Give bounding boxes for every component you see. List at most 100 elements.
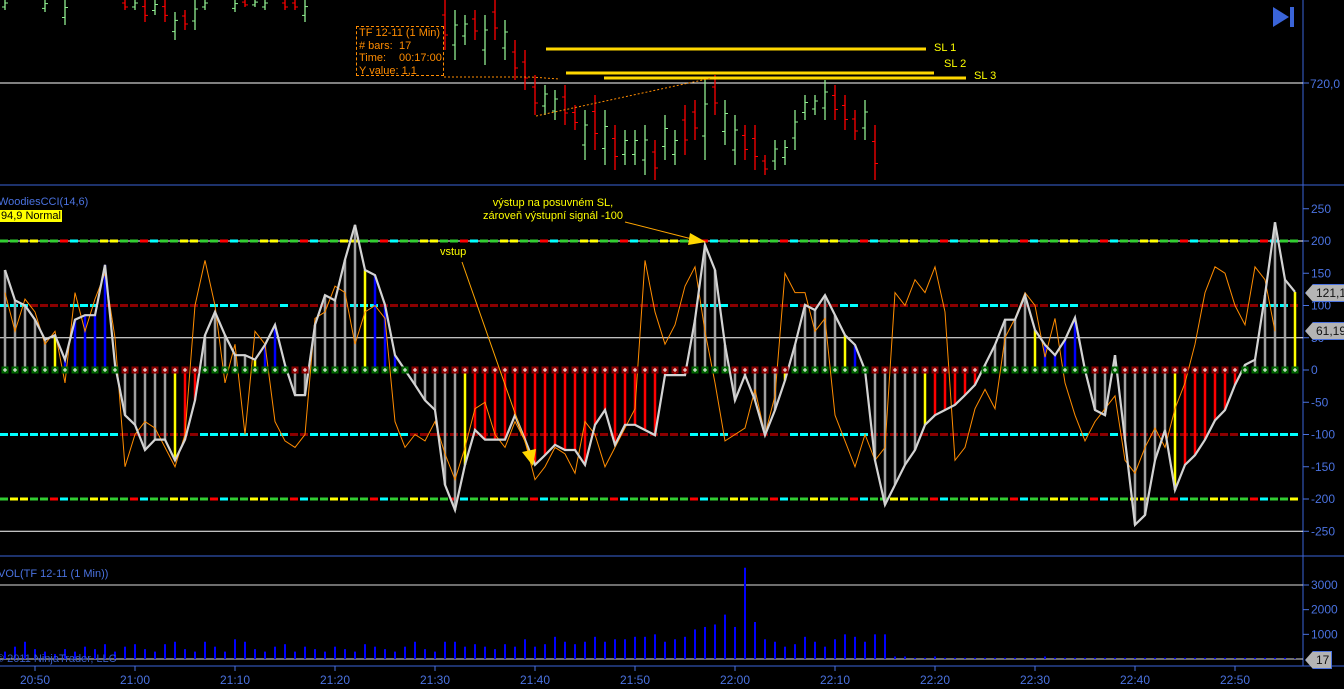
ohlc-bar[interactable] (142, 0, 148, 22)
ohlc-bar[interactable] (452, 10, 458, 60)
cci-indicator-title[interactable]: WoodiesCCI(14,6) (0, 196, 88, 208)
scroll-to-end-button[interactable] (1273, 7, 1294, 27)
ohlc-bar[interactable] (162, 0, 168, 22)
ohlc-bar[interactable] (472, 10, 478, 40)
ohlc-bar[interactable] (872, 125, 878, 180)
ohlc-bar[interactable] (152, 0, 158, 15)
band-dash (130, 433, 138, 436)
ohlc-bar[interactable] (302, 0, 308, 22)
price-panel[interactable] (2, 0, 966, 180)
ohlc-bar[interactable] (622, 130, 628, 165)
ohlc-bar[interactable] (482, 15, 488, 65)
ohlc-bar[interactable] (762, 155, 768, 175)
ohlc-bar[interactable] (822, 80, 828, 120)
ohlc-bar[interactable] (812, 95, 818, 115)
ohlc-bar[interactable] (542, 85, 548, 115)
ohlc-bar[interactable] (842, 95, 848, 130)
ohlc-bar[interactable] (502, 20, 508, 60)
cci-line[interactable] (3, 222, 1296, 528)
ohlc-bar[interactable] (782, 140, 788, 165)
zero-line-marker (611, 366, 619, 374)
band-dash (560, 239, 568, 243)
ohlc-bar[interactable] (692, 100, 698, 140)
volume-panel[interactable] (4, 567, 1296, 659)
ohlc-bar[interactable] (862, 100, 868, 140)
band-dash (780, 433, 788, 436)
measure-info-box[interactable]: TF 12-11 (1 Min) # bars: 17 Time: 00:17:00… (356, 26, 444, 77)
zero-line-marker (111, 366, 119, 374)
cci-panel[interactable] (0, 221, 1299, 528)
band-dash (960, 304, 968, 307)
ohlc-bar[interactable] (282, 0, 288, 10)
band-dash (70, 239, 78, 243)
ohlc-bar[interactable] (252, 0, 258, 7)
ohlc-bar[interactable] (512, 40, 518, 80)
band-dash (40, 304, 48, 307)
ohlc-bar[interactable] (722, 100, 728, 145)
ohlc-bar[interactable] (552, 90, 558, 120)
ohlc-bar[interactable] (62, 0, 68, 25)
ohlc-bar[interactable] (672, 130, 678, 165)
chart-canvas[interactable]: 250200150100500-50-100-150-200-250300020… (0, 0, 1344, 689)
ohlc-bar[interactable] (522, 50, 528, 90)
ohlc-bar[interactable] (132, 0, 138, 10)
ohlc-bar[interactable] (852, 110, 858, 140)
ohlc-bar[interactable] (832, 85, 838, 120)
ohlc-bar[interactable] (172, 12, 178, 40)
ohlc-bar[interactable] (772, 140, 778, 170)
ohlc-bar[interactable] (192, 0, 198, 30)
ohlc-bar[interactable] (232, 0, 238, 12)
ohlc-bar[interactable] (532, 75, 538, 115)
ohlc-bar[interactable] (702, 80, 708, 160)
ohlc-bar[interactable] (612, 125, 618, 170)
ohlc-bar[interactable] (682, 105, 688, 155)
band-dash (680, 239, 688, 243)
ohlc-bar[interactable] (732, 115, 738, 165)
ohlc-bar[interactable] (242, 0, 248, 7)
ohlc-bar[interactable] (632, 130, 638, 165)
exit-annotation[interactable]: výstup na posuvném SL, zároveň výstupní … (478, 197, 628, 223)
band-dash (250, 433, 258, 436)
band-dash (930, 239, 938, 243)
entry-annotation[interactable]: vstup (440, 246, 466, 259)
band-dash (340, 433, 348, 436)
ohlc-bar[interactable] (202, 0, 208, 10)
ohlc-bar[interactable] (652, 140, 658, 180)
band-dash (920, 239, 928, 243)
ohlc-bar[interactable] (742, 125, 748, 160)
ohlc-bar[interactable] (42, 0, 48, 12)
zero-line-marker (321, 366, 329, 374)
band-dash (1250, 433, 1258, 436)
cci-axis-label: -200 (1311, 492, 1335, 506)
ohlc-bar[interactable] (792, 110, 798, 150)
band-dash (840, 433, 848, 436)
ohlc-bar[interactable] (752, 125, 758, 170)
zero-line-marker (921, 366, 929, 374)
ohlc-bar[interactable] (582, 110, 588, 160)
band-dash (320, 497, 328, 501)
ohlc-bar[interactable] (462, 15, 468, 45)
ohlc-bar[interactable] (802, 95, 808, 120)
ohlc-bar[interactable] (492, 0, 498, 40)
ohlc-bar[interactable] (182, 10, 188, 30)
exit-annotation-line1: výstup na posuvném SL, (492, 197, 614, 209)
volume-indicator-title[interactable]: VOL(TF 12-11 (1 Min)) (0, 568, 108, 580)
ohlc-bar[interactable] (712, 75, 718, 115)
ohlc-bar[interactable] (562, 85, 568, 125)
ohlc-bar[interactable] (2, 0, 8, 10)
band-dash (1100, 497, 1108, 501)
band-dash (900, 239, 908, 243)
ohlc-bar[interactable] (122, 0, 128, 10)
band-dash (600, 433, 608, 436)
zero-line-marker (841, 366, 849, 374)
band-dash (850, 239, 858, 243)
ohlc-bar[interactable] (642, 125, 648, 175)
ohlc-bar[interactable] (572, 105, 578, 130)
ohlc-bar[interactable] (602, 110, 608, 165)
band-dash (1260, 239, 1268, 243)
ohlc-bar[interactable] (662, 115, 668, 160)
ohlc-bar[interactable] (292, 0, 298, 10)
band-dash (950, 239, 958, 243)
ohlc-bar[interactable] (262, 0, 268, 10)
band-dash (200, 497, 208, 501)
